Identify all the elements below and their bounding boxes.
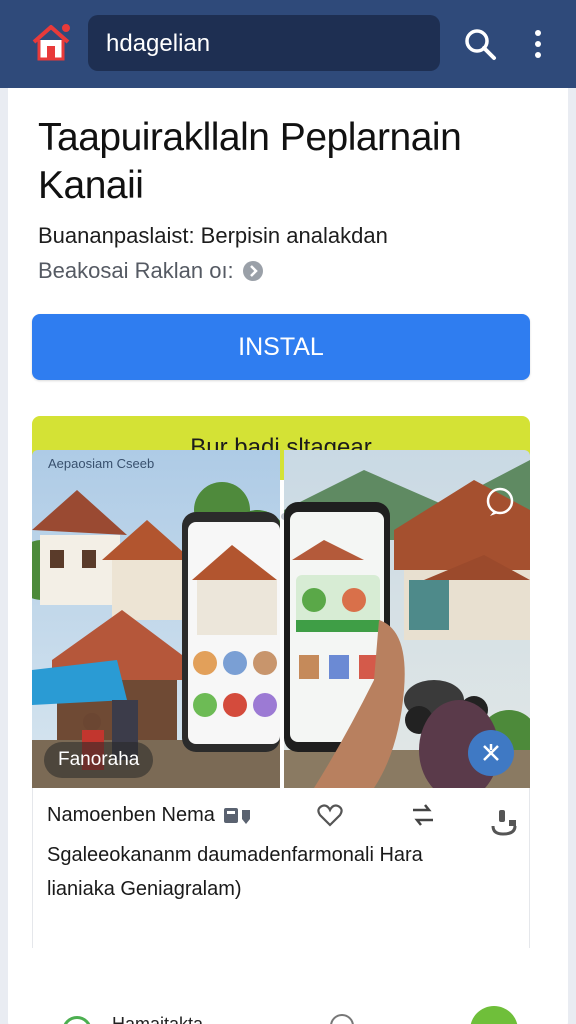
floating-action-button[interactable] (468, 730, 514, 776)
screenshot-badge: Fanoraha (44, 742, 154, 778)
description-line-1: Sgaleeokananm daumadenfarmonali Hara (47, 844, 423, 866)
install-button[interactable]: INSTAL (32, 314, 530, 380)
app-name-row: Namoenben Nema (47, 804, 253, 827)
screenshot-caption-top: Aepaosiam Cseeb (48, 456, 155, 471)
developer-line: Beakosai Raklan oı: (38, 258, 264, 284)
notification-dot (60, 22, 72, 34)
developer-name[interactable]: Beakosai Raklan oı: (38, 258, 234, 284)
app-details-section: Namoenben Nema Sgaleeokananm daumadenfar… (32, 788, 530, 948)
app-title: Taapuirakllaln Peplarnain Kanaii (38, 116, 462, 207)
badge-icon (223, 806, 253, 826)
screenshot-phone-in-hand[interactable] (284, 450, 530, 788)
app-subtitle: Buananpaslaist: Berpisin analakdan (38, 223, 388, 248)
stand-icon[interactable] (489, 808, 519, 838)
description-line-2: lianiaka Geniagralam) (47, 878, 242, 900)
search-icon[interactable] (462, 26, 498, 62)
search-input[interactable]: hdagelian (88, 15, 440, 71)
next-item-label: Hamaitakta (112, 1014, 204, 1024)
more-vertical-icon[interactable] (526, 28, 550, 62)
top-app-bar: hdagelian (0, 0, 576, 88)
screenshot-gallery[interactable]: Aepaosiam Cseeb Fanoraha (32, 450, 530, 788)
app-name: Namoenben Nema (47, 804, 215, 826)
chat-bubble-icon[interactable] (484, 486, 516, 518)
search-query: hdagelian (106, 30, 211, 57)
heart-icon[interactable] (317, 802, 343, 828)
share-icon[interactable] (409, 802, 437, 828)
screenshot-village-houses[interactable]: Aepaosiam Cseeb Fanoraha (32, 450, 287, 788)
info-icon[interactable] (242, 260, 264, 282)
